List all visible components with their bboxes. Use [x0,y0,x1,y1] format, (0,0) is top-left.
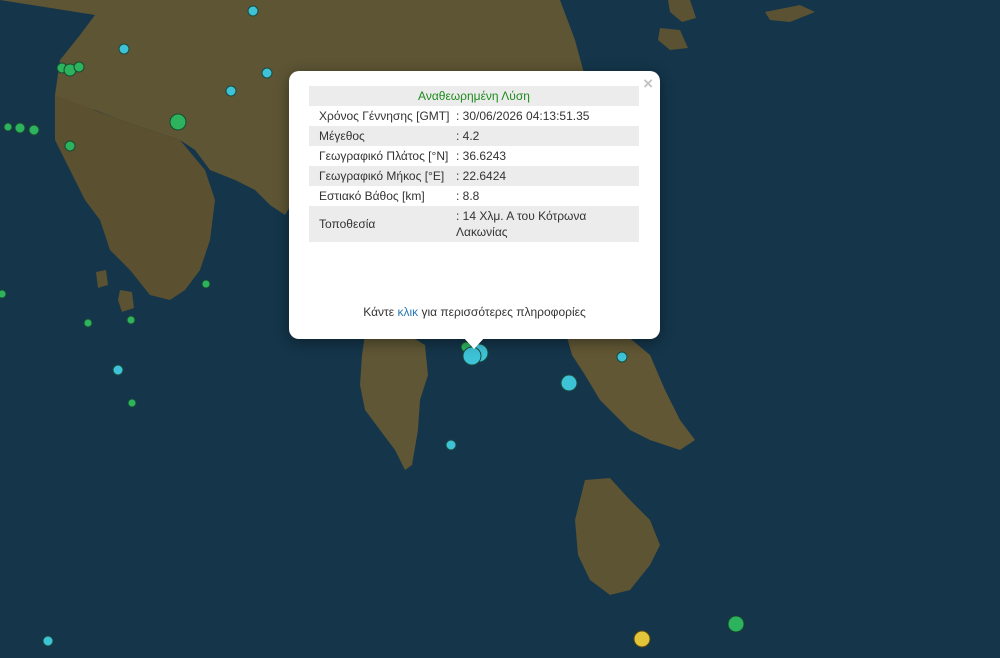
table-row: Τοποθεσία : 14 Χλμ. Α του Κότρωνα Λακωνί… [309,206,639,242]
quake-marker[interactable] [127,398,137,408]
location-label: Τοποθεσία [309,206,454,242]
more-info-suffix: για περισσότερες πληροφορίες [418,305,586,319]
table-row: Χρόνος Γέννησης [GMT] : 30/06/2026 04:13… [309,106,639,126]
quake-marker[interactable] [112,364,124,376]
more-info-prefix: Κάντε [363,305,398,319]
longitude-label: Γεωγραφικό Μήκος [°E] [309,166,454,186]
quake-marker[interactable] [445,439,457,451]
quake-marker[interactable] [225,85,237,97]
quake-marker[interactable] [14,122,26,134]
land-islet-w2 [96,270,108,288]
latitude-value: : 36.6243 [456,149,507,163]
quake-marker[interactable] [118,43,130,55]
quake-marker[interactable] [0,289,7,299]
quake-marker[interactable] [560,374,578,392]
more-info-link[interactable]: κλικ [397,305,418,319]
quake-marker[interactable] [3,122,13,132]
table-row: Γεωγραφικό Μήκος [°E] : 22.6424 [309,166,639,186]
quake-marker[interactable] [201,279,211,289]
table-row: Γεωγραφικό Πλάτος [°N] : 36.6243 [309,146,639,166]
table-row: Εστιακό Βάθος [km] : 8.8 [309,186,639,206]
quake-marker[interactable] [633,630,651,648]
magnitude-label: Μέγεθος [309,126,454,146]
depth-value: : 8.8 [456,189,480,203]
close-icon[interactable]: × [643,75,653,93]
magnitude-value: : 4.2 [454,126,639,146]
depth-label: Εστιακό Βάθος [km] [319,189,425,203]
origin-time-label: Χρόνος Γέννησης [GMT] [319,109,450,123]
table-row: Μέγεθος : 4.2 [309,126,639,146]
quake-marker[interactable] [261,67,273,79]
quake-marker-selected[interactable] [462,346,482,366]
quake-marker[interactable] [169,113,187,131]
location-value: : 14 Χλμ. Α του Κότρωνα Λακωνίας [454,206,639,242]
earthquake-details-table: Αναθεωρημένη Λύση Χρόνος Γέννησης [GMT] … [309,86,639,242]
origin-time-value: : 30/06/2026 04:13:51.35 [456,109,590,123]
popup-title: Αναθεωρημένη Λύση [309,86,639,106]
quake-marker[interactable] [42,635,54,647]
quake-marker[interactable] [616,351,628,363]
quake-marker[interactable] [247,5,259,17]
quake-marker[interactable] [64,140,76,152]
quake-marker[interactable] [28,124,40,136]
quake-marker[interactable] [73,61,85,73]
popup-pointer [463,337,485,349]
latitude-label: Γεωγραφικό Πλάτος [°N] [319,149,449,163]
quake-marker[interactable] [727,615,745,633]
longitude-value: : 22.6424 [454,166,639,186]
quake-marker[interactable] [126,315,136,325]
quake-marker[interactable] [83,318,93,328]
more-info-line: Κάντε κλικ για περισσότερες πληροφορίες [289,305,660,319]
